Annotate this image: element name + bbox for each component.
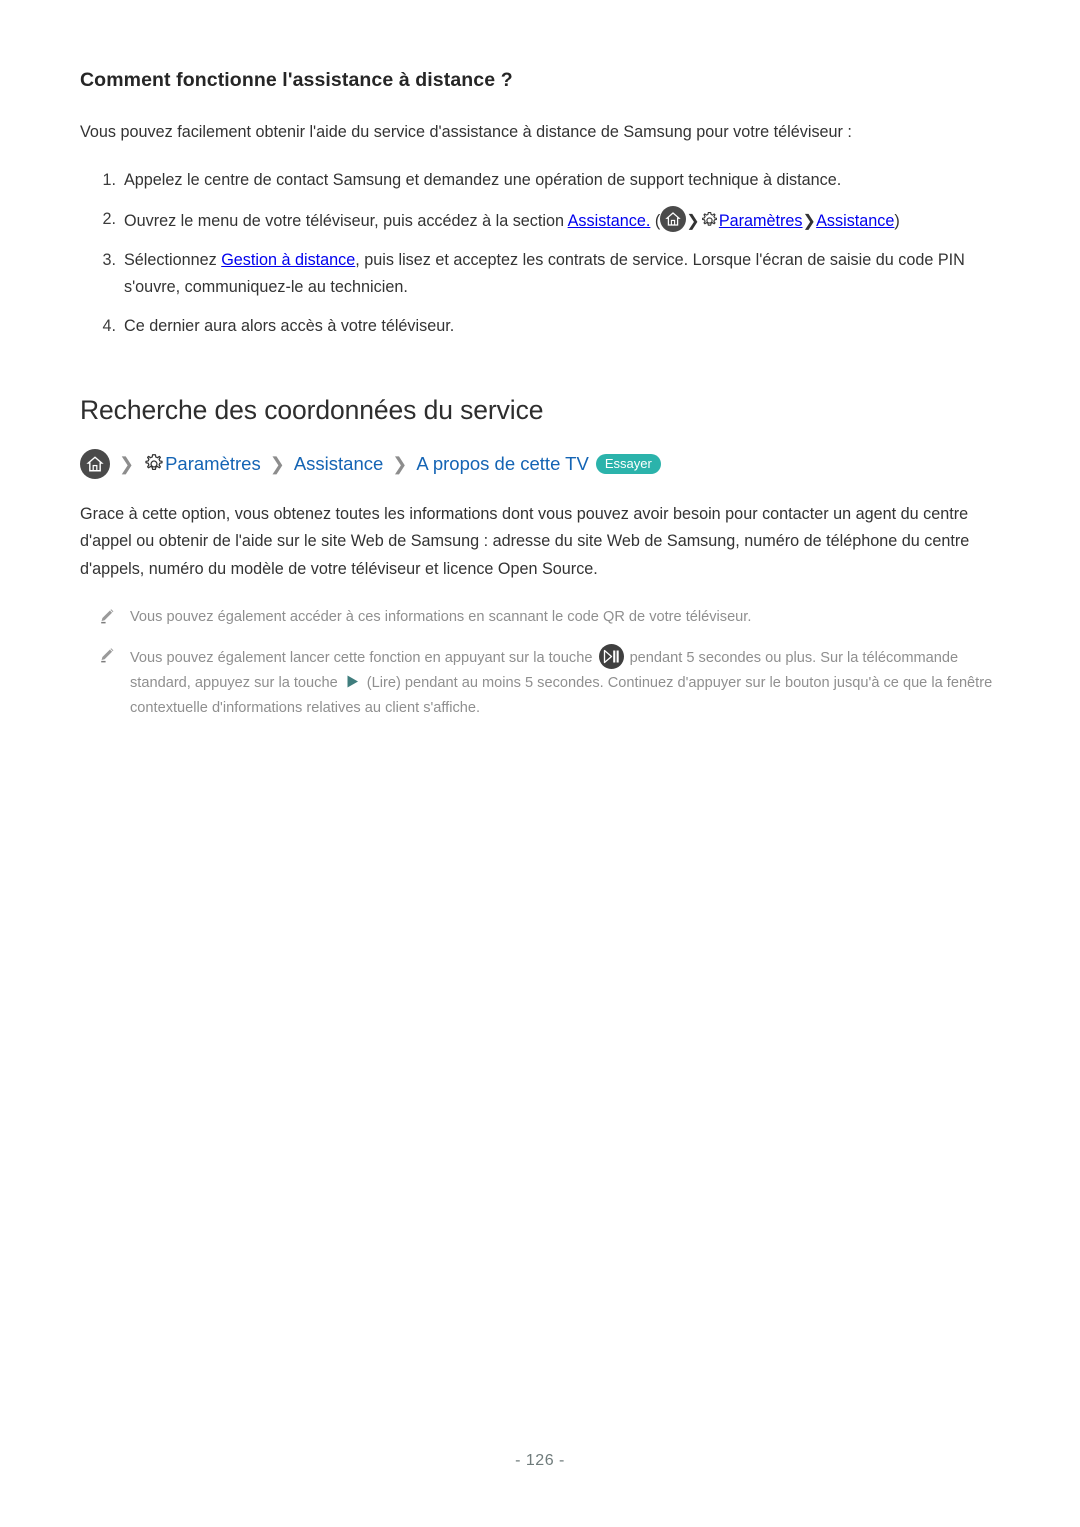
breadcrumb: ❯ Paramètres ❯ Assistance ❯ A propos de … (80, 427, 1000, 480)
body-paragraph: Grace à cette option, vous obtenez toute… (80, 505, 970, 578)
step-text: Ce dernier aura alors accès à votre télé… (124, 316, 455, 335)
chevron-right-icon: ❯ (392, 454, 408, 475)
steps-list: 1. Appelez le centre de contact Samsung … (80, 145, 1000, 339)
step-text-pre: Ouvrez le menu de votre téléviseur, puis… (124, 212, 568, 231)
step-number: 4. (102, 316, 116, 335)
breadcrumb-item-a-propos[interactable]: A propos de cette TV (416, 454, 588, 474)
step-text: Appelez le centre de contact Samsung et … (124, 170, 842, 189)
document-page: Comment fonctionne l'assistance à distan… (0, 0, 1080, 1527)
page-number: - 126 - (515, 1452, 565, 1469)
section-title: Comment fonctionne l'assistance à distan… (80, 69, 513, 91)
note-item: Vous pouvez également accéder à ces info… (80, 605, 1000, 630)
pencil-icon (98, 607, 116, 625)
play-icon (345, 673, 360, 688)
page-title: Recherche des coordonnées du service (80, 395, 544, 425)
breadcrumb-item-parametres[interactable]: Paramètres (165, 454, 261, 474)
step-item-4: 4. Ce dernier aura alors accès à votre t… (80, 313, 1000, 339)
home-icon (660, 206, 687, 233)
step-item-3: 3. Sélectionnez Gestion à distance, puis… (80, 247, 1000, 299)
step-item-2: 2. Ouvrez le menu de votre téléviseur, p… (80, 206, 1000, 234)
step-item-1: 1. Appelez le centre de contact Samsung … (80, 167, 1000, 193)
gear-icon (143, 453, 165, 475)
notes-list: Vous pouvez également accéder à ces info… (80, 583, 1000, 721)
paren-open: ( (650, 212, 661, 231)
chevron-right-icon: ❯ (119, 454, 135, 475)
breadcrumb-item-assistance[interactable]: Assistance (294, 454, 383, 474)
chevron-right-icon: ❯ (802, 212, 817, 231)
chevron-right-icon: ❯ (269, 454, 285, 475)
note-text-part1: Vous pouvez également lancer cette fonct… (130, 649, 597, 666)
link-gestion-a-distance[interactable]: Gestion à distance (221, 251, 355, 269)
step-number: 1. (102, 170, 116, 189)
try-badge[interactable]: Essayer (595, 454, 661, 475)
section-lead-text: Vous pouvez facilement obtenir l'aide du… (80, 123, 852, 142)
home-icon[interactable] (80, 449, 110, 480)
play-pause-icon (598, 643, 624, 669)
chevron-right-icon: ❯ (686, 212, 700, 231)
link-assistance[interactable]: Assistance. (568, 212, 651, 230)
step-number: 2. (102, 210, 116, 229)
step-number: 3. (102, 251, 116, 270)
note-item: Vous pouvez également lancer cette fonct… (80, 643, 1000, 721)
step-text-pre: Sélectionnez (124, 251, 222, 270)
note-text: Vous pouvez également accéder à ces info… (130, 608, 752, 625)
paren-close: ) (894, 212, 900, 231)
link-parametres[interactable]: Paramètres (719, 212, 803, 230)
link-assistance-2[interactable]: Assistance (816, 212, 894, 230)
gear-icon (700, 211, 719, 230)
pencil-icon (98, 646, 116, 664)
